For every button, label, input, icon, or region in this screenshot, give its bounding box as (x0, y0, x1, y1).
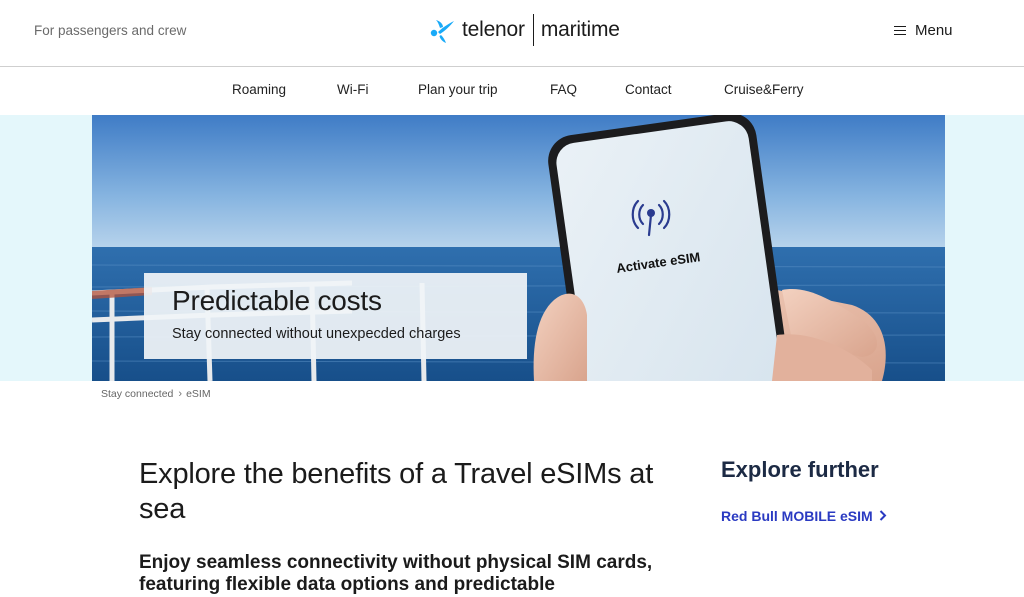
site-header: For passengers and crew telenor maritime… (0, 0, 1024, 67)
link-label: Red Bull MOBILE eSIM (721, 508, 873, 524)
hero-title: Predictable costs (172, 285, 382, 316)
chevron-right-icon (879, 508, 887, 524)
logo-sub-text: maritime (540, 18, 620, 41)
logo-brand-text: telenor (462, 18, 525, 41)
telenor-propeller-icon (428, 16, 456, 44)
nav-item-cruise-ferry[interactable]: Cruise&Ferry (724, 82, 804, 97)
breadcrumb-item-esim: eSIM (186, 388, 211, 400)
page-lead: Enjoy seamless connectivity without phys… (139, 552, 653, 595)
telenor-maritime-logo[interactable]: telenor maritime (428, 14, 620, 46)
chevron-right-icon: › (178, 388, 183, 400)
breadcrumb-item-stay-connected[interactable]: Stay connected (101, 388, 173, 400)
nav-item-wifi[interactable]: Wi-Fi (337, 82, 368, 97)
logo-divider (532, 14, 534, 46)
hamburger-icon (894, 25, 906, 36)
antenna-signal-icon (629, 195, 673, 239)
breadcrumb: Stay connected › eSIM (101, 388, 211, 400)
explore-further-heading: Explore further (721, 457, 879, 482)
nav-item-contact[interactable]: Contact (625, 82, 672, 97)
header-tagline: For passengers and crew (34, 23, 187, 38)
hero-text-card: Predictable costs Stay connected without… (144, 273, 527, 359)
hero-subtitle: Stay connected without unexpecded charge… (172, 326, 461, 342)
page-title: Explore the benefits of a Travel eSIMs a… (139, 458, 654, 525)
nav-item-faq[interactable]: FAQ (550, 82, 577, 97)
nav-item-plan-your-trip[interactable]: Plan your trip (418, 82, 498, 97)
nav-item-roaming[interactable]: Roaming (232, 82, 286, 97)
menu-label: Menu (915, 22, 953, 39)
main-nav: Roaming Wi-Fi Plan your trip FAQ Contact… (0, 67, 1024, 115)
red-bull-mobile-esim-link[interactable]: Red Bull MOBILE eSIM (721, 508, 887, 524)
menu-button[interactable]: Menu (894, 22, 953, 39)
